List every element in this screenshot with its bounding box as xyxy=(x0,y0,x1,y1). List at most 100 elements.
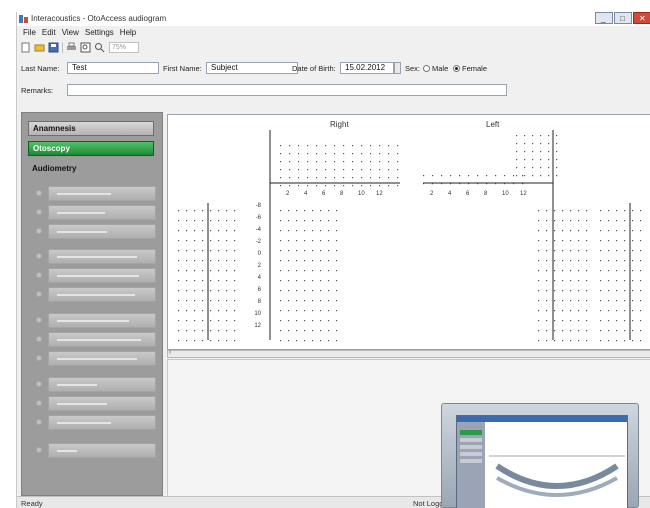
dob-picker-button[interactable] xyxy=(394,62,401,74)
grid-dot xyxy=(320,320,322,322)
minimize-button[interactable]: _ xyxy=(595,12,613,24)
menu-view[interactable]: View xyxy=(62,28,79,39)
sidebar-sub-item[interactable] xyxy=(48,287,156,302)
grid-dot xyxy=(218,280,220,282)
scroll-left-icon[interactable]: ‹ xyxy=(169,349,171,356)
sidebar-sub-item[interactable] xyxy=(48,268,156,283)
grid-dot xyxy=(280,300,282,302)
sidebar-sub-item[interactable] xyxy=(48,443,156,458)
sub-item-bullet xyxy=(36,228,42,234)
grid-dot xyxy=(336,230,338,232)
sub-item-bullet xyxy=(36,400,42,406)
horizontal-scrollbar[interactable]: ‹ xyxy=(167,349,650,358)
grid-dot xyxy=(538,210,540,212)
grid-dot xyxy=(578,270,580,272)
grid-dot xyxy=(586,280,588,282)
grid-dot xyxy=(562,320,564,322)
sidebar-sub-item[interactable] xyxy=(48,205,156,220)
grid-dot xyxy=(578,290,580,292)
grid-dot xyxy=(379,185,381,187)
menu-settings[interactable]: Settings xyxy=(85,28,114,39)
grid-dot xyxy=(312,320,314,322)
grid-dot xyxy=(202,210,204,212)
grid-dot xyxy=(186,340,188,342)
nav-otoscopy-button[interactable]: Otoscopy xyxy=(28,141,154,156)
grid-dot xyxy=(202,330,204,332)
grid-dot xyxy=(298,145,300,147)
grid-dot xyxy=(532,159,534,161)
menu-edit[interactable]: Edit xyxy=(42,28,56,39)
preview-icon[interactable] xyxy=(80,42,91,53)
grid-dot xyxy=(516,143,518,145)
menu-file[interactable]: File xyxy=(23,28,36,39)
male-radio[interactable] xyxy=(423,65,430,72)
zoom-icon[interactable] xyxy=(94,42,105,53)
sidebar-sub-item[interactable] xyxy=(48,415,156,430)
grid-dot xyxy=(304,210,306,212)
grid-dot xyxy=(548,167,550,169)
nav-anamnesis-button[interactable]: Anamnesis xyxy=(28,121,154,136)
grid-dot xyxy=(226,300,228,302)
female-label: Female xyxy=(462,64,488,73)
dob-field[interactable]: 15.02.2012 xyxy=(340,62,394,74)
grid-dot xyxy=(554,280,556,282)
grid-dot xyxy=(312,340,314,342)
grid-dot xyxy=(298,185,300,187)
status-ready: Ready xyxy=(21,499,43,508)
grid-dot xyxy=(513,175,515,177)
grid-dot xyxy=(556,151,558,153)
maximize-button[interactable]: □ xyxy=(614,12,632,24)
grid-dot xyxy=(210,290,212,292)
grid-dot xyxy=(234,290,236,292)
grid-dot xyxy=(548,143,550,145)
last-name-field[interactable]: Test xyxy=(67,62,159,74)
sidebar-sub-item[interactable] xyxy=(48,249,156,264)
close-button[interactable]: ✕ xyxy=(633,12,650,24)
sidebar-sub-item[interactable] xyxy=(48,332,156,347)
sidebar-sub-item[interactable] xyxy=(48,313,156,328)
grid-dot xyxy=(307,185,309,187)
grid-dot xyxy=(336,320,338,322)
sidebar-sub-item[interactable] xyxy=(48,396,156,411)
grid-dot xyxy=(320,220,322,222)
grid-dot xyxy=(578,280,580,282)
female-radio[interactable] xyxy=(453,65,460,72)
grid-dot xyxy=(570,230,572,232)
grid-dot xyxy=(194,260,196,262)
grid-dot xyxy=(202,290,204,292)
grid-dot xyxy=(316,145,318,147)
new-icon[interactable] xyxy=(20,42,31,53)
audiogram-grid[interactable]: -8 -6 -4 -2 0 2 4 6 8 10 12 2 2 4 4 6 6 8 8 10 10 12 12 xyxy=(168,115,650,349)
grid-dot xyxy=(556,167,558,169)
grid-dot xyxy=(280,340,282,342)
open-icon[interactable] xyxy=(34,42,45,53)
grid-dot xyxy=(194,340,196,342)
grid-dot xyxy=(296,270,298,272)
grid-dot xyxy=(538,220,540,222)
grid-dot xyxy=(328,220,330,222)
grid-dot xyxy=(325,145,327,147)
sidebar-sub-item[interactable] xyxy=(48,224,156,239)
grid-dot xyxy=(586,310,588,312)
grid-dot xyxy=(546,230,548,232)
sidebar-sub-item[interactable] xyxy=(48,186,156,201)
save-icon[interactable] xyxy=(48,42,59,53)
app-logo-icon xyxy=(19,15,28,23)
print-icon[interactable] xyxy=(66,42,77,53)
grid-dot xyxy=(600,260,602,262)
toolbar: 75% xyxy=(17,40,197,54)
grid-dot xyxy=(570,270,572,272)
sidebar-sub-item[interactable] xyxy=(48,377,156,392)
first-name-field[interactable]: Subject xyxy=(206,62,298,74)
grid-dot xyxy=(226,250,228,252)
grid-dot xyxy=(178,290,180,292)
grid-dot xyxy=(280,260,282,262)
x-tick-label: 8 xyxy=(340,191,344,197)
grid-dot xyxy=(234,240,236,242)
grid-dot xyxy=(570,320,572,322)
zoom-select[interactable]: 75% xyxy=(109,41,139,53)
remarks-field[interactable] xyxy=(67,84,507,96)
menu-help[interactable]: Help xyxy=(120,28,136,39)
grid-dot xyxy=(608,240,610,242)
sidebar-sub-item[interactable] xyxy=(48,351,156,366)
